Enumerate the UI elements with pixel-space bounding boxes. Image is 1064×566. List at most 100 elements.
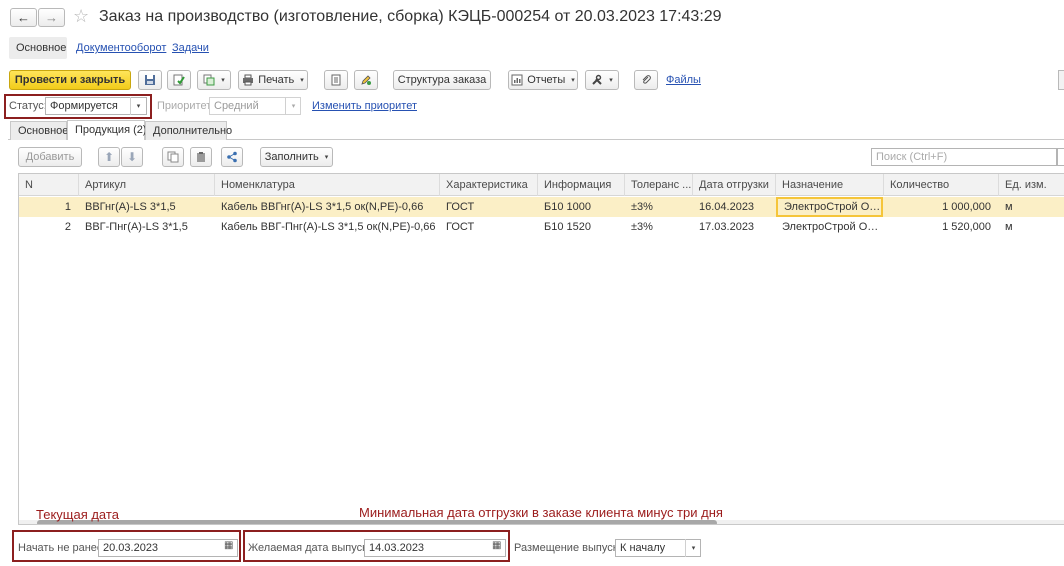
cell-nomenclature: Кабель ВВГ-Пнг(А)-LS 3*1,5 ок(N,PE)-0,66 [221,221,436,233]
copy-button[interactable] [162,147,184,167]
cell-ship-date: 16.04.2023 [699,201,755,213]
col-header-n[interactable]: N [19,174,79,196]
post-and-close-button[interactable]: Провести и закрыть [9,70,131,90]
tools-icon [592,74,602,85]
status-label: Статус: [9,100,47,112]
move-up-button[interactable]: ⬆ [98,147,120,167]
calendar-icon[interactable]: ▦ [224,540,233,551]
attach-button[interactable] [634,70,658,90]
cell-quantity: 1 000,000 [942,201,991,213]
col-header-purpose[interactable]: Назначение [776,174,884,196]
forward-button[interactable]: → [38,8,65,27]
cell-unit: м [1005,221,1013,233]
col-header-unit[interactable]: Ед. изм. [999,174,1064,196]
priority-dropdown-icon: ▾ [285,97,301,115]
start-date-input[interactable]: 20.03.2023 [98,539,238,557]
create-based-on-icon [203,74,215,86]
tab-products[interactable]: Продукция (2) [67,120,147,140]
cell-nomenclature: Кабель ВВГнг(А)-LS 3*1,5 ок(N,PE)-0,66 [221,201,424,213]
print-button[interactable]: Печать ▾ [238,70,308,90]
post-document-icon [173,74,185,86]
col-header-tolerance[interactable]: Толеранс ... [625,174,693,196]
chevron-down-icon: ▾ [300,77,304,84]
search-clear-edge[interactable] [1057,148,1064,166]
fill-button[interactable]: Заполнить ▾ [260,147,333,167]
chevron-down-icon: ▾ [609,77,613,84]
scrollbar-thumb[interactable] [37,520,717,524]
chevron-down-icon: ▾ [324,154,329,161]
tab-additional[interactable]: Дополнительно [145,121,232,140]
pencil-icon [361,75,371,85]
order-structure-button[interactable]: Структура заказа [393,70,491,90]
cell-n: 1 [64,201,71,213]
cell-unit: м [1005,201,1013,213]
nav-tab-docflow[interactable]: Документооборот [76,42,166,54]
col-header-nomenclature[interactable]: Номенклатура [215,174,440,196]
col-header-info[interactable]: Информация [538,174,625,196]
nav-tab-tasks[interactable]: Задачи [172,42,209,54]
add-button[interactable]: Добавить [18,147,82,167]
cell-purpose: ЭлектроСтрой ОО... [782,221,884,233]
printer-icon [243,74,254,86]
calendar-icon[interactable]: ▦ [492,540,501,551]
paperclip-icon [642,75,651,84]
status-dropdown-icon[interactable]: ▾ [130,97,146,115]
desired-date-input[interactable]: 14.03.2023 [364,539,506,557]
search-input[interactable]: Поиск (Ctrl+F) [871,148,1057,166]
chevron-down-icon: ▾ [571,77,575,84]
arrow-up-icon: ⬆ [103,150,115,164]
placement-label: Размещение выпуска: [514,542,627,554]
nav-tab-main[interactable]: Основное [9,37,67,59]
reports-button[interactable]: Отчеты ▾ [508,70,578,90]
move-down-button[interactable]: ⬇ [121,147,143,167]
col-header-ship-date[interactable]: Дата отгрузки [693,174,776,196]
change-priority-link[interactable]: Изменить приоритет [312,100,417,112]
cell-info: Б10 1520 [544,221,591,233]
document-structure-button[interactable] [324,70,348,90]
tab-main[interactable]: Основное [10,121,68,140]
cell-characteristic: ГОСТ [446,201,475,213]
structure-tree-button[interactable] [221,147,243,167]
paste-button[interactable] [190,147,212,167]
cell-ship-date: 17.03.2023 [699,221,755,233]
save-button[interactable] [138,70,162,90]
cell-tolerance: ±3% [631,221,653,233]
col-header-quantity[interactable]: Количество [884,174,999,196]
cell-quantity: 1 520,000 [942,221,991,233]
arrow-left-icon: ← [17,10,30,25]
floppy-disk-icon [145,75,155,85]
cell-tolerance: ±3% [631,201,653,213]
start-label: Начать не ранее: [18,542,107,554]
files-link[interactable]: Файлы [666,74,701,86]
desired-label: Желаемая дата выпуска: [248,542,377,554]
cell-characteristic: ГОСТ [446,221,475,233]
report-icon [511,74,523,86]
post-button[interactable] [167,70,191,90]
create-based-on-button[interactable]: ▾ [197,70,231,90]
products-table: N Артикул Номенклатура Характеристика Ин… [18,173,1064,525]
horizontal-scrollbar[interactable] [19,520,1064,524]
back-button[interactable]: ← [10,8,37,27]
table-header: N Артикул Номенклатура Характеристика Ин… [19,174,1064,196]
cell-article: ВВГнг(А)-LS 3*1,5 [85,201,176,213]
annotation-min-date: Минимальная дата отгрузки в заказе клиен… [359,505,723,520]
tree-structure-icon [227,151,237,163]
tools-menu-button[interactable]: ▾ [585,70,619,90]
window-title: Заказ на производство (изготовление, сбо… [99,8,722,25]
table-row[interactable]: 2 ВВГ-Пнг(А)-LS 3*1,5 Кабель ВВГ-Пнг(А)-… [19,217,1064,237]
list-document-icon [331,74,341,86]
arrow-right-icon: → [45,10,58,25]
placement-dropdown-icon[interactable]: ▾ [685,539,701,557]
priority-label: Приоритет: [157,100,215,112]
arrow-down-icon: ⬇ [126,150,138,164]
edit-button[interactable] [354,70,378,90]
table-row[interactable]: 1 ВВГнг(А)-LS 3*1,5 Кабель ВВГнг(А)-LS 3… [19,197,1064,217]
copy-icon [167,151,179,163]
star-icon[interactable]: ☆ [73,6,89,27]
cell-article: ВВГ-Пнг(А)-LS 3*1,5 [85,221,188,233]
cell-n: 2 [64,221,71,233]
chevron-down-icon: ▾ [221,77,225,84]
cell-purpose-active[interactable]: ЭлектроСтрой ОО... [776,197,883,217]
col-header-characteristic[interactable]: Характеристика [440,174,538,196]
col-header-article[interactable]: Артикул [79,174,215,196]
